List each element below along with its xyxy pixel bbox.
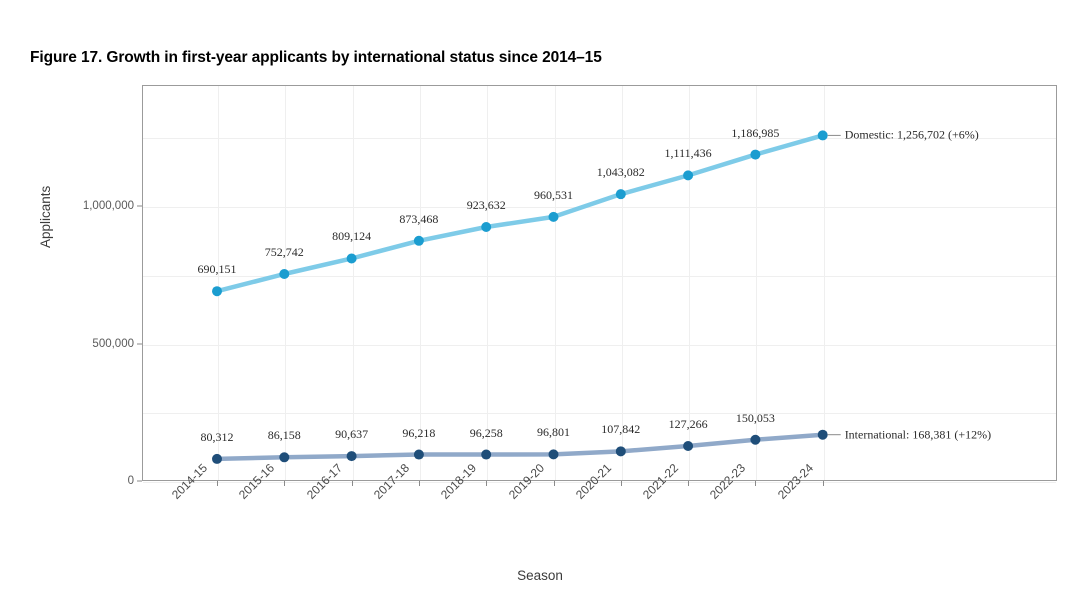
- gridline-vertical: [218, 86, 219, 480]
- x-axis-title: Season: [517, 568, 563, 583]
- y-tick-label: 1,000,000: [82, 200, 134, 212]
- gridline-vertical: [487, 86, 489, 480]
- x-tick-mark: [486, 481, 488, 486]
- x-tick-mark: [620, 481, 622, 486]
- data-point-label: 90,637: [335, 427, 369, 442]
- data-point-label: 1,111,436: [664, 146, 712, 161]
- data-point-label: 923,632: [466, 198, 506, 212]
- data-point-label: 96,218: [402, 425, 436, 440]
- data-point-label: 960,531: [534, 187, 573, 202]
- data-point-label: 752,742: [264, 244, 304, 259]
- gridline-vertical: [419, 86, 421, 480]
- data-point-label: 127,266: [668, 417, 708, 431]
- gridline-vertical: [554, 86, 556, 480]
- gridline-vertical: [823, 86, 825, 480]
- gridline-horizontal: [143, 275, 1056, 277]
- y-tick-label: 500,000: [92, 337, 134, 350]
- x-tick-mark: [418, 481, 420, 486]
- y-tick-mark: [137, 205, 142, 207]
- x-tick-mark: [553, 481, 555, 486]
- data-point-label: 86,158: [267, 428, 301, 443]
- data-point-label: 80,312: [200, 429, 234, 444]
- x-tick-mark: [284, 481, 286, 486]
- y-tick-mark: [137, 480, 142, 482]
- y-tick-mark: [137, 343, 142, 344]
- x-tick-mark: [217, 481, 218, 486]
- data-point-label: 1,043,082: [596, 165, 645, 180]
- plot-area: [142, 85, 1057, 483]
- data-point-label: 150,053: [735, 410, 775, 425]
- y-axis-title: Applicants: [38, 185, 53, 248]
- chart-area: Applicants Season 0 500,000 1,000,000 2014-…: [0, 0, 1080, 610]
- x-tick-mark: [755, 481, 757, 486]
- data-point-label: 1,186,985: [731, 125, 780, 140]
- data-point-label: 873,468: [399, 211, 439, 226]
- gridline-horizontal: [143, 413, 1056, 415]
- x-tick-mark: [688, 481, 690, 486]
- data-point-label: 96,258: [469, 425, 503, 440]
- series-end-label-international: International: 168,381 (+12%): [844, 427, 992, 442]
- data-point-label: 107,842: [601, 422, 641, 437]
- gridline-vertical: [621, 86, 623, 480]
- data-point-label: 96,801: [537, 425, 570, 440]
- x-tick-mark: [822, 481, 824, 486]
- series-end-label-domestic: Domestic: 1,256,702 (+6%): [844, 127, 979, 142]
- gridline-horizontal: [143, 344, 1056, 346]
- data-point-label: 690,151: [197, 262, 237, 277]
- gridline-vertical: [285, 86, 287, 480]
- gridline-vertical: [352, 86, 354, 480]
- data-point-label: 809,124: [332, 229, 372, 244]
- gridline-horizontal: [143, 207, 1056, 208]
- x-tick-mark: [351, 481, 353, 486]
- y-tick-label: 0: [127, 475, 134, 487]
